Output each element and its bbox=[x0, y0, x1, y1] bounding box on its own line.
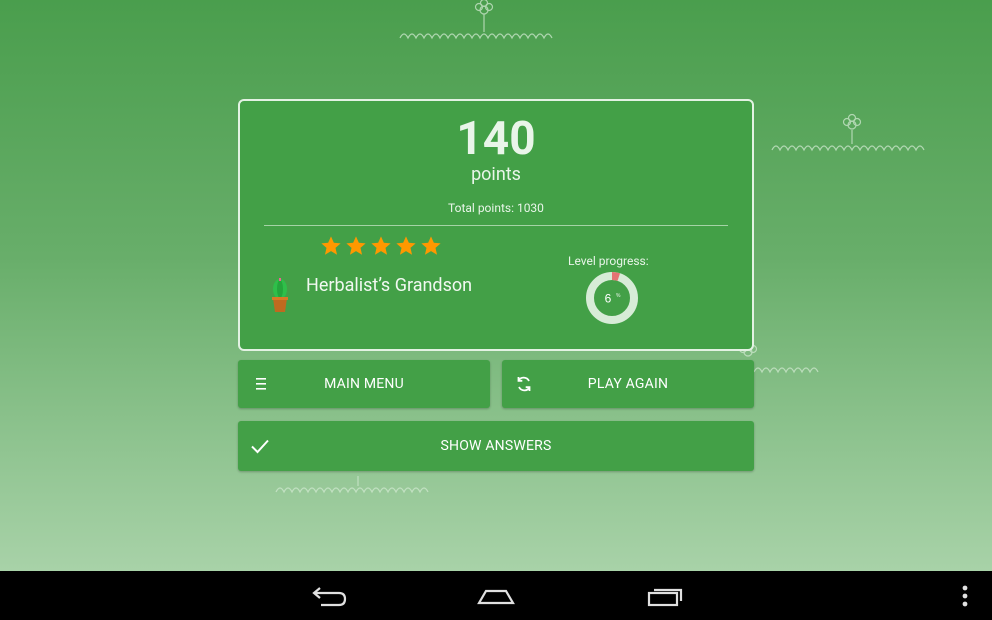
star-rating bbox=[320, 235, 442, 257]
main-menu-label: MAIN MENU bbox=[324, 376, 404, 392]
star-icon bbox=[421, 236, 441, 255]
overflow-menu-icon[interactable] bbox=[946, 583, 986, 609]
points-label: points bbox=[471, 164, 521, 185]
play-again-label: PLAY AGAIN bbox=[587, 376, 669, 392]
score-value: 140 bbox=[456, 112, 536, 166]
main-menu-button[interactable]: MAIN MENU bbox=[238, 360, 490, 408]
play-again-button[interactable]: PLAY AGAIN bbox=[502, 360, 754, 408]
show-answers-label: SHOW ANSWERS bbox=[440, 438, 552, 454]
star-icon bbox=[321, 236, 341, 255]
rank-title: Herbalist’s Grandson bbox=[306, 275, 473, 296]
star-icon bbox=[371, 236, 391, 255]
level-progress-label: Level progress: bbox=[568, 254, 649, 268]
recent-apps-icon[interactable] bbox=[645, 583, 685, 609]
divider bbox=[264, 225, 728, 226]
back-icon[interactable] bbox=[309, 583, 349, 609]
level-number: 6 bbox=[605, 292, 612, 306]
home-icon[interactable] bbox=[476, 583, 516, 609]
game-results-screen: 140 points Total points: 1030 Herbalist’… bbox=[0, 0, 992, 571]
cactus-pot-icon bbox=[272, 278, 288, 312]
results-card: 140 points Total points: 1030 Herbalist’… bbox=[238, 99, 754, 351]
total-points: Total points: 1030 bbox=[448, 201, 544, 215]
level-progress-ring: 6 % bbox=[586, 272, 638, 324]
android-navigation-bar bbox=[0, 571, 992, 620]
star-icon bbox=[396, 236, 416, 255]
star-icon bbox=[346, 236, 366, 255]
level-percent-mark: % bbox=[616, 293, 621, 299]
show-answers-button[interactable]: SHOW ANSWERS bbox=[238, 421, 754, 471]
